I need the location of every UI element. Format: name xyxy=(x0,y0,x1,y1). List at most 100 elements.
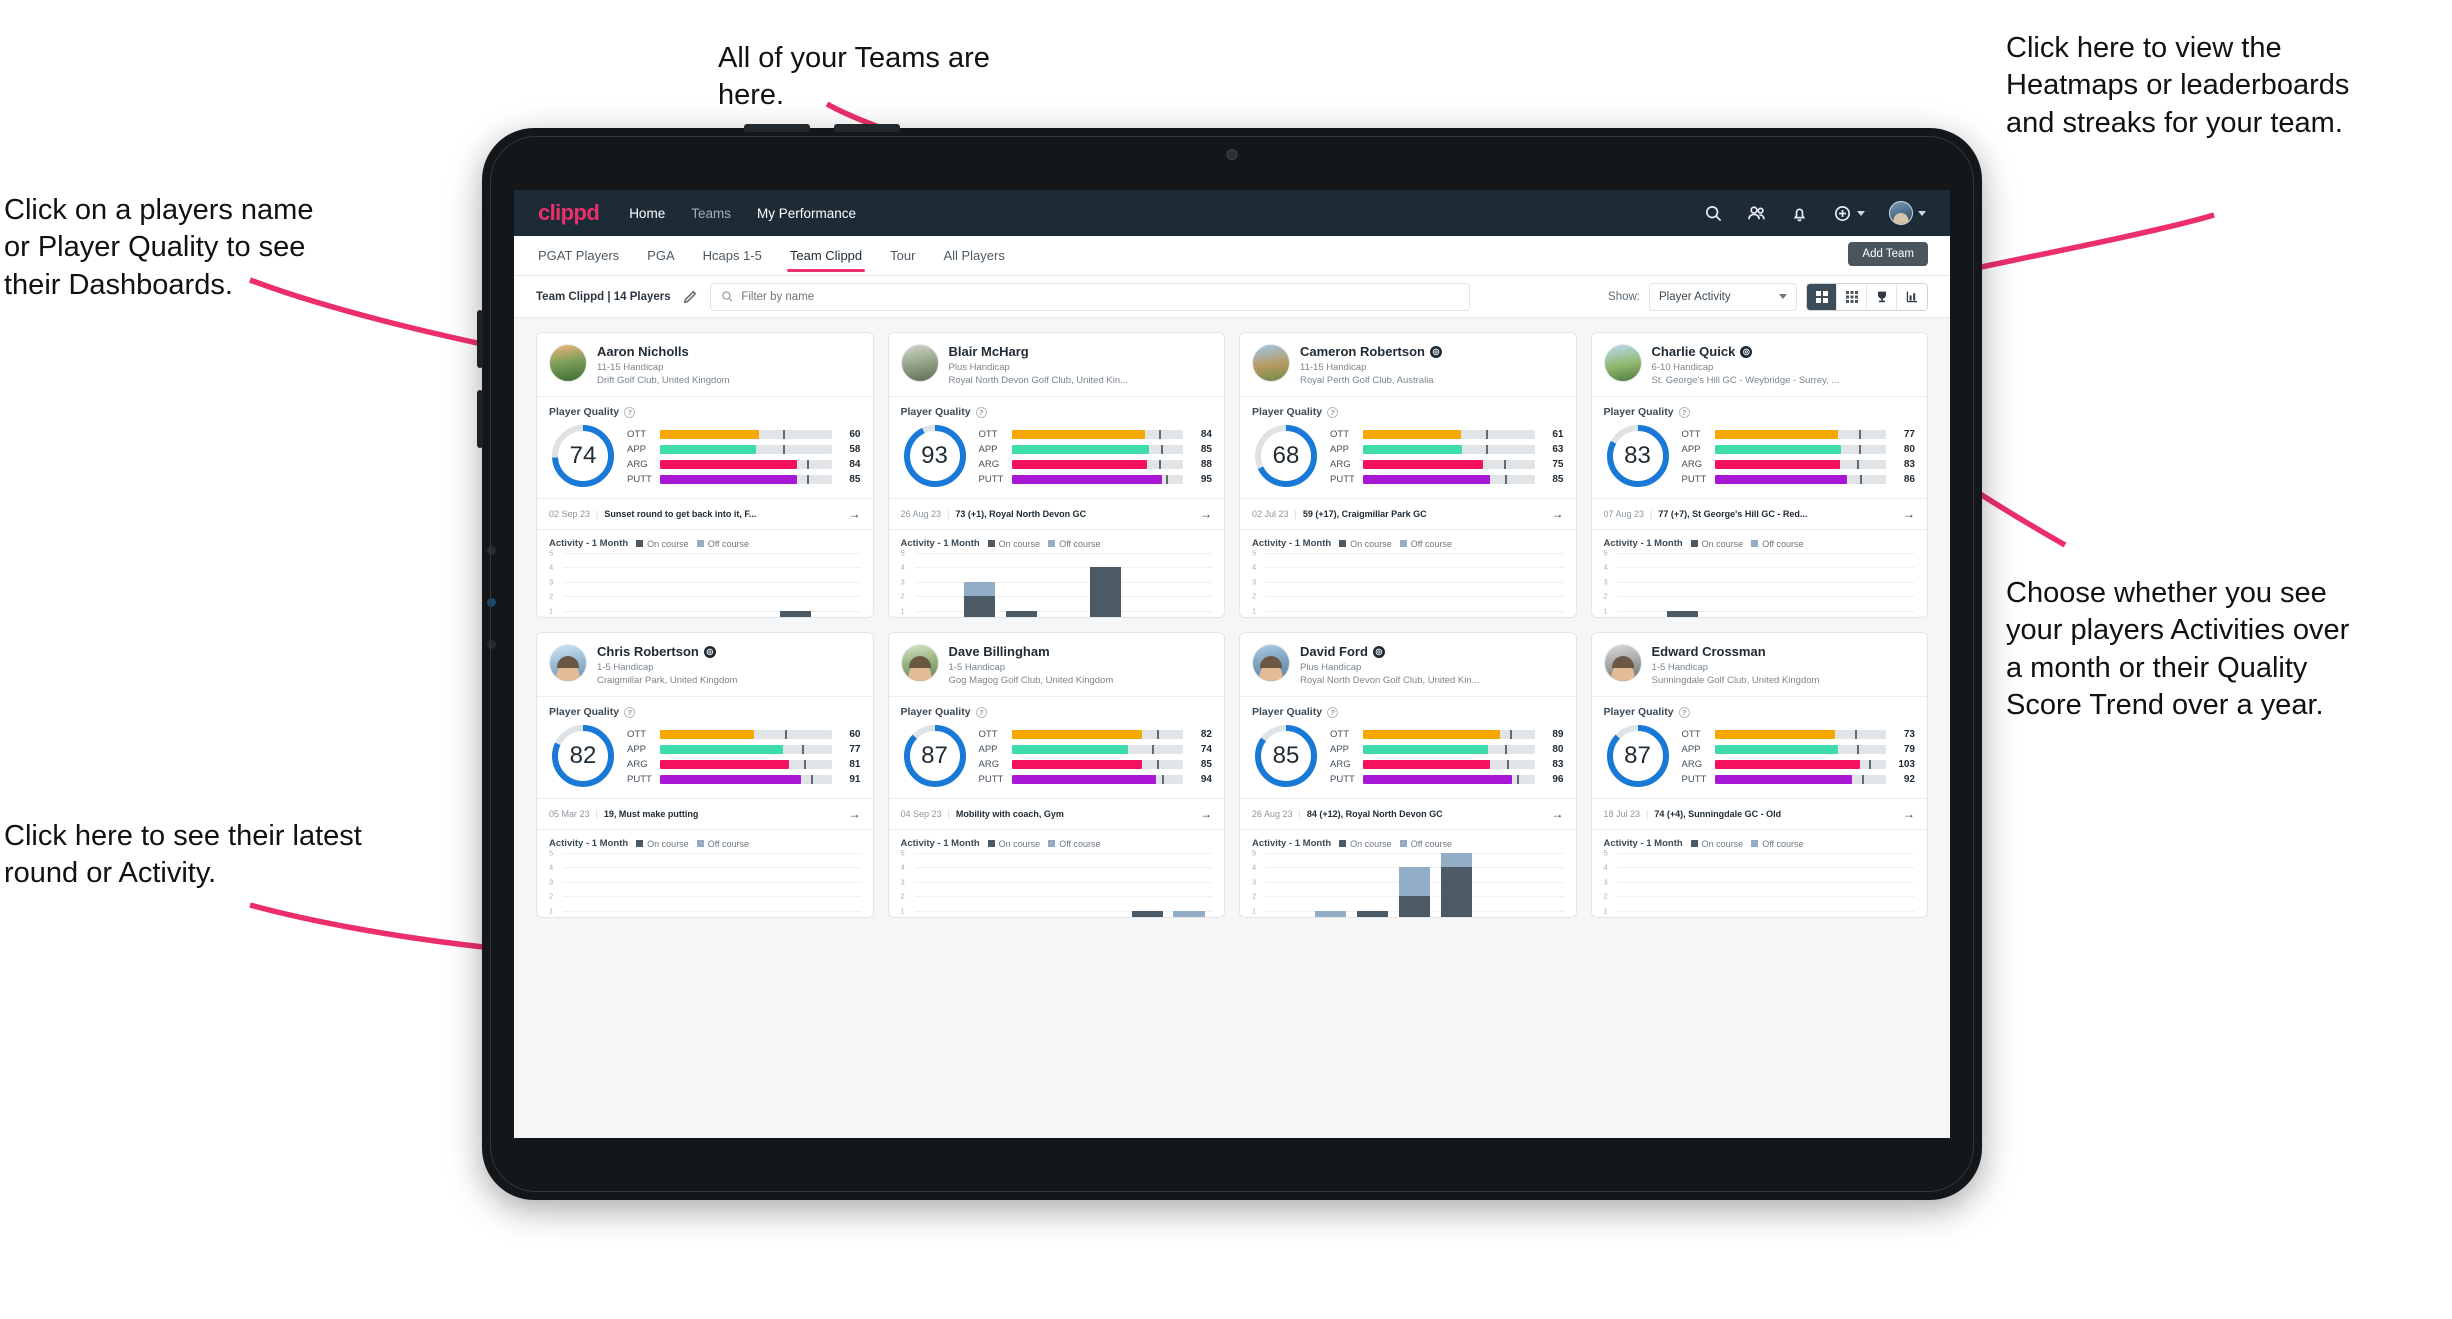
search-input[interactable] xyxy=(741,290,1459,303)
latest-round-row[interactable]: 26 Aug 23 | 84 (+12), Royal North Devon GC… xyxy=(1240,798,1576,830)
latest-round-row[interactable]: 18 Jul 23 | 74 (+4), Sunningdale GC - Old → xyxy=(1591,798,1927,830)
help-icon[interactable]: ? xyxy=(1327,706,1339,718)
bell-icon[interactable] xyxy=(1790,204,1809,223)
tab-tour[interactable]: Tour xyxy=(890,236,915,276)
clippd-logo[interactable]: clippd xyxy=(538,200,600,226)
people-icon[interactable] xyxy=(1747,204,1766,223)
player-avatar[interactable] xyxy=(549,644,587,682)
tab-pgat-players[interactable]: PGAT Players xyxy=(538,236,619,276)
tab-all-players[interactable]: All Players xyxy=(943,236,1004,276)
metric-benchmark-marker xyxy=(1505,475,1508,484)
player-quality-ring[interactable]: 82 xyxy=(549,722,617,790)
round-description: 73 (+1), Royal North Devon GC xyxy=(955,509,1087,519)
tab-pga[interactable]: PGA xyxy=(647,236,674,276)
search-field-wrapper[interactable] xyxy=(709,282,1470,311)
latest-round-row[interactable]: 02 Jul 23 | 59 (+17), Craigmillar Park GC → xyxy=(1240,498,1576,530)
player-card[interactable]: Charlie Quick ◎ 6-10 Handicap St. George's … xyxy=(1590,332,1928,618)
help-icon[interactable]: ? xyxy=(975,406,987,418)
metric-label: APP xyxy=(627,744,647,755)
metric-label: PUTT xyxy=(1681,474,1707,485)
arrow-right-icon[interactable]: → xyxy=(849,807,861,821)
metric-label: OTT xyxy=(1330,429,1349,440)
player-quality-ring[interactable]: 74 xyxy=(549,422,617,490)
pencil-icon[interactable] xyxy=(683,289,698,304)
player-card[interactable]: Blair McHarg Plus Handicap Royal North Dev… xyxy=(887,332,1225,618)
trophy-view-button[interactable] xyxy=(1867,283,1897,310)
metric-row: APP 80 xyxy=(1682,444,1916,455)
metric-track xyxy=(1363,460,1535,469)
help-icon[interactable]: ? xyxy=(975,706,987,718)
latest-round-row[interactable]: 04 Sep 23 | Mobility with coach, Gym → xyxy=(888,798,1224,830)
arrow-right-icon[interactable]: → xyxy=(849,507,861,521)
player-card[interactable]: Dave Billingham 1-5 Handicap Gog Magog Gol… xyxy=(887,632,1225,918)
player-avatar[interactable] xyxy=(900,644,939,682)
latest-round-row[interactable]: 02 Sep 23 | Sunset round to get back into … xyxy=(537,498,873,530)
player-quality-ring[interactable]: 68 xyxy=(1252,422,1320,490)
help-icon[interactable]: ? xyxy=(624,706,636,718)
arrow-right-icon[interactable]: → xyxy=(1903,507,1915,521)
add-team-button[interactable]: Add Team xyxy=(1848,242,1928,266)
nav-link-my-performance[interactable]: My Performance xyxy=(757,206,856,221)
player-quality-ring[interactable]: 87 xyxy=(901,722,969,790)
round-date: 04 Sep 23 xyxy=(900,809,942,819)
metric-fill xyxy=(1363,745,1489,754)
player-quality-ring[interactable]: 85 xyxy=(1252,722,1320,790)
player-card[interactable]: David Ford ◎ Plus Handicap Royal North Devo… xyxy=(1239,632,1577,918)
arrow-right-icon[interactable]: → xyxy=(1552,507,1564,521)
latest-round-row[interactable]: 26 Aug 23 | 73 (+1), Royal North Devon GC → xyxy=(888,498,1224,530)
player-name[interactable]: Edward Crossman xyxy=(1652,644,1820,659)
player-name[interactable]: David Ford ◎ xyxy=(1300,644,1480,659)
player-name[interactable]: Aaron Nicholls xyxy=(597,344,730,359)
show-select[interactable]: Player Activity xyxy=(1649,282,1797,311)
table-view-button[interactable] xyxy=(1837,283,1867,310)
latest-round-row[interactable]: 07 Aug 23 | 77 (+7), St George's Hill GC -… xyxy=(1591,498,1927,530)
search-icon[interactable] xyxy=(1704,204,1723,223)
player-name[interactable]: Charlie Quick ◎ xyxy=(1652,344,1840,359)
player-quality-ring[interactable]: 93 xyxy=(901,422,969,490)
metric-value: 60 xyxy=(849,729,861,740)
player-quality-ring[interactable]: 83 xyxy=(1604,422,1672,490)
avatar[interactable] xyxy=(1889,201,1913,225)
verified-badge-icon: ◎ xyxy=(703,645,716,658)
player-name[interactable]: Dave Billingham xyxy=(949,644,1114,659)
streaks-view-button[interactable] xyxy=(1897,283,1927,310)
player-card[interactable]: Chris Robertson ◎ 1-5 Handicap Craigmillar … xyxy=(536,632,874,918)
plus-circle-icon[interactable] xyxy=(1833,204,1852,223)
player-avatar[interactable] xyxy=(1603,644,1642,682)
player-name-text: Charlie Quick xyxy=(1651,344,1736,359)
activity-chart: 54321031 Jul21 Aug4 Sep xyxy=(1592,849,1928,917)
arrow-right-icon[interactable]: → xyxy=(1200,507,1212,521)
legend-on-course: On course xyxy=(636,539,689,549)
nav-link-home[interactable]: Home xyxy=(629,206,665,221)
player-card[interactable]: Edward Crossman 1-5 Handicap Sunningdale G… xyxy=(1590,632,1928,918)
tab-team-clippd[interactable]: Team Clippd xyxy=(786,236,866,276)
help-icon[interactable]: ? xyxy=(1678,406,1690,418)
player-quality-ring[interactable]: 87 xyxy=(1604,722,1672,790)
player-name[interactable]: Blair McHarg xyxy=(949,344,1129,359)
metric-track xyxy=(1714,730,1886,739)
player-avatar[interactable] xyxy=(900,344,939,382)
help-icon[interactable]: ? xyxy=(624,406,636,418)
arrow-right-icon[interactable]: → xyxy=(1200,807,1212,821)
add-menu[interactable] xyxy=(1833,204,1865,223)
legend-off-course: Off course xyxy=(1751,839,1804,849)
round-date: 02 Sep 23 xyxy=(549,509,591,519)
player-name[interactable]: Cameron Robertson ◎ xyxy=(1300,344,1442,359)
grid-view-button[interactable] xyxy=(1807,283,1837,310)
help-icon[interactable]: ? xyxy=(1678,706,1690,718)
player-name[interactable]: Chris Robertson ◎ xyxy=(597,644,737,659)
nav-link-teams[interactable]: Teams xyxy=(691,206,731,221)
player-avatar[interactable] xyxy=(1252,644,1290,682)
arrow-right-icon[interactable]: → xyxy=(1552,807,1564,821)
player-avatar[interactable] xyxy=(549,344,587,382)
help-icon[interactable]: ? xyxy=(1327,406,1339,418)
player-card[interactable]: Cameron Robertson ◎ 11-15 Handicap Royal Pe… xyxy=(1239,332,1577,618)
player-card[interactable]: Aaron Nicholls 11-15 Handicap Drift Golf C… xyxy=(536,332,874,618)
player-avatar[interactable] xyxy=(1252,344,1290,382)
metric-label: APP xyxy=(1330,744,1350,755)
user-menu[interactable] xyxy=(1889,201,1926,225)
player-avatar[interactable] xyxy=(1603,344,1642,382)
tab-hcaps-1-5[interactable]: Hcaps 1-5 xyxy=(703,236,762,276)
arrow-right-icon[interactable]: → xyxy=(1903,807,1915,821)
latest-round-row[interactable]: 05 Mar 23 | 19, Must make putting → xyxy=(537,798,873,830)
